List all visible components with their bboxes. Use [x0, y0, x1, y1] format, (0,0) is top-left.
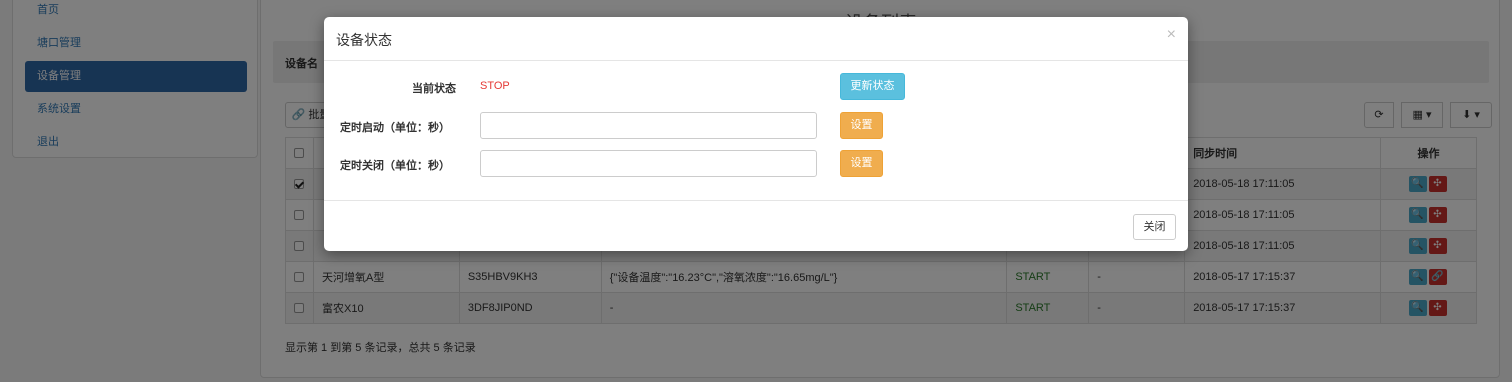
current-status-value: STOP — [480, 80, 510, 92]
timer-stop-input[interactable] — [480, 150, 817, 177]
modal-header: 设备状态 × — [324, 17, 1188, 61]
timer-stop-label: 定时关闭（单位：秒） — [340, 160, 450, 172]
close-button[interactable]: 关闭 — [1133, 214, 1176, 240]
timer-start-input[interactable] — [480, 112, 817, 139]
timer-start-set-button[interactable]: 设置 — [840, 112, 883, 139]
close-icon[interactable]: × — [1167, 26, 1176, 44]
update-status-button[interactable]: 更新状态 — [840, 73, 905, 100]
modal-footer: 关闭 — [324, 200, 1188, 251]
current-status-label: 当前状态 — [412, 83, 456, 95]
device-status-modal: 设备状态 × 当前状态 STOP 更新状态 定时启动（单位：秒） 设置 定时关闭… — [324, 17, 1188, 251]
timer-stop-set-button[interactable]: 设置 — [840, 150, 883, 177]
modal-title: 设备状态 — [336, 32, 392, 48]
timer-start-label: 定时启动（单位：秒） — [340, 122, 450, 134]
